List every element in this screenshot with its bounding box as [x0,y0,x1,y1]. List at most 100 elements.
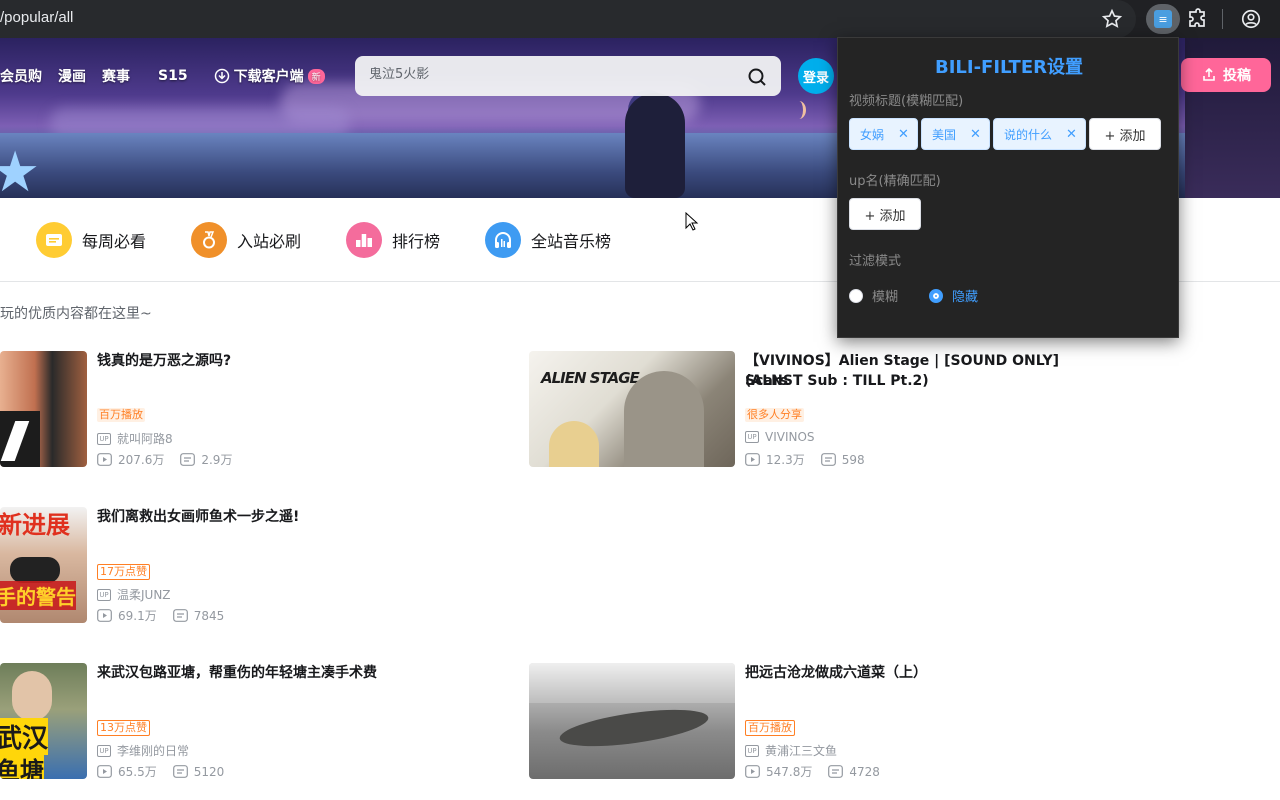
bili-filter-extension-button[interactable]: ≡ [1146,4,1180,34]
play-count-icon [97,765,112,778]
thumbnail-character-hair [549,421,599,467]
video-uploader[interactable]: UP 李维刚的日常 [97,742,189,759]
video-card[interactable]: 把远古沧龙做成六道菜（上） 百万播放 UP 黄浦江三文鱼 547.8万 4728 [529,663,1049,779]
browser-toolbar: /popular/all ≡ [0,0,1280,38]
views-count: 65.5万 [118,765,157,779]
category-weekly-label: 每周必看 [82,232,147,251]
nav-item-mall[interactable]: 会员购 [0,66,42,86]
video-tag: 17万点赞 [97,564,150,580]
danmaku-icon [820,453,836,466]
danmaku-stat: 5120 [172,764,225,779]
title-filter-label: 视频标题(模糊匹配) [849,94,964,109]
video-thumbnail[interactable]: 武汉 鱼塘 [0,663,87,779]
remove-keyword-icon[interactable]: ✕ [970,127,981,142]
download-client-button[interactable]: 下载客户端 新 [214,66,325,86]
up-filter-label: up名(精确匹配) [849,174,941,189]
danmaku-count: 4728 [849,764,880,779]
thumbnail-caption: 武汉 [0,718,49,755]
add-title-keyword-button[interactable]: + 添加 [1089,118,1161,150]
mode-option-blur[interactable]: 模糊 [849,286,898,305]
uploader-name: VIVINOS [765,430,815,444]
search-input[interactable] [369,67,729,82]
medal-icon [191,222,228,258]
add-up-button[interactable]: + 添加 [849,198,921,230]
bookmark-star-icon[interactable] [1101,8,1123,30]
nav-item-s15[interactable]: S15 [158,68,188,84]
download-icon [214,68,229,84]
video-title[interactable]: 把远古沧龙做成六道菜（上） [745,663,927,683]
category-ranking[interactable]: 排行榜 [346,222,440,258]
banner-character [625,93,685,198]
views-stat: 12.3万 [745,451,805,468]
search-box [355,56,781,96]
video-thumbnail[interactable]: ALIEN STAGE [529,351,735,467]
mode-option-hide[interactable]: 隐藏 [929,286,978,305]
video-stats: 69.1万 7845 [97,607,240,624]
video-title[interactable]: 钱真的是万恶之源吗? [97,351,231,371]
thumbnail-mask [10,557,60,583]
category-weekly[interactable]: 每周必看 [36,222,146,258]
thumbnail-character [624,371,704,467]
video-card[interactable]: 钱真的是万恶之源吗? 百万播放 UP 就叫阿路8 207.6万 2.9万 [0,351,520,467]
uploader-name: 温柔JUNZ [117,588,171,602]
headphones-icon [485,222,522,258]
category-must-watch[interactable]: 入站必刷 [191,222,301,258]
up-icon: UP [97,744,111,757]
views-stat: 69.1万 [97,607,157,624]
category-music-chart[interactable]: 全站音乐榜 [485,222,611,258]
video-title[interactable]: 我们离救出女画师鱼术一步之遥! [97,507,299,527]
up-icon: UP [745,744,759,757]
popular-categories: 每周必看 入站必刷 排行榜 全站音乐榜 [36,222,656,258]
views-stat: 547.8万 [745,763,812,780]
extensions-puzzle-icon[interactable] [1186,7,1210,31]
danmaku-count: 2.9万 [201,453,233,467]
page-subtitle: 玩的优质内容都在这里~ [0,306,152,322]
nav-item-manga[interactable]: 漫画 [58,66,86,86]
video-title[interactable]: 来武汉包路亚塘，帮重伤的年轻塘主凑手术费 [97,663,377,683]
mode-option-label: 隐藏 [952,290,979,305]
video-card[interactable]: 新进展 手的警告 我们离救出女画师鱼术一步之遥! 17万点赞 UP 温柔JUNZ … [0,507,520,623]
video-thumbnail[interactable]: 新进展 手的警告 [0,507,87,623]
video-stats: 207.6万 2.9万 [97,451,248,468]
video-uploader[interactable]: UP 黄浦江三文鱼 [745,742,837,759]
upload-label: 投稿 [1223,68,1251,84]
video-tag: 13万点赞 [97,720,150,736]
danmaku-count: 7845 [193,608,225,623]
danmaku-stat: 2.9万 [180,451,232,468]
video-title-line2[interactable]: (ALNST Sub : TILL Pt.2) [745,371,929,391]
play-count-icon [97,609,112,622]
mode-option-label: 模糊 [872,290,899,305]
up-icon: UP [97,432,111,445]
popup-title: BILI-FILTER设置 [935,57,1083,78]
toolbar-divider [1222,9,1223,29]
video-card[interactable]: 武汉 鱼塘 来武汉包路亚塘，帮重伤的年轻塘主凑手术费 13万点赞 UP 李维刚的日… [0,663,520,779]
thumbnail-caption: 新进展 [0,511,70,539]
up-icon: UP [745,431,759,443]
video-uploader[interactable]: UP 就叫阿路8 [97,430,173,447]
thumbnail-creature [557,702,711,754]
remove-keyword-icon[interactable]: ✕ [1066,127,1077,142]
video-stats: 547.8万 4728 [745,763,896,780]
keyword-chip: 美国 ✕ [921,118,990,150]
video-tag: 很多人分享 [745,408,804,422]
video-card[interactable]: ALIEN STAGE 【VIVINOS】Alien Stage | [SOUN… [529,351,1089,467]
new-badge: 新 [307,68,325,84]
video-uploader[interactable]: UP 温柔JUNZ [97,586,171,603]
profile-icon[interactable] [1240,8,1262,30]
category-music-chart-label: 全站音乐榜 [531,232,612,251]
nav-item-match[interactable]: 赛事 [102,66,130,86]
video-uploader[interactable]: UP VIVINOS [745,430,815,444]
video-thumbnail[interactable] [0,351,87,467]
remove-keyword-icon[interactable]: ✕ [898,127,909,142]
uploader-name: 就叫阿路8 [117,432,173,446]
address-bar[interactable]: /popular/all [0,0,1136,38]
banner-moon [792,101,806,119]
search-icon[interactable] [746,66,768,88]
danmaku-count: 5120 [193,764,225,779]
ranking-icon [346,222,383,258]
video-tag: 百万播放 [745,720,795,736]
download-client-label: 下载客户端 [233,69,304,85]
login-button[interactable]: 登录 [798,58,834,94]
video-thumbnail[interactable] [529,663,735,779]
upload-button[interactable]: 投稿 [1181,58,1271,92]
